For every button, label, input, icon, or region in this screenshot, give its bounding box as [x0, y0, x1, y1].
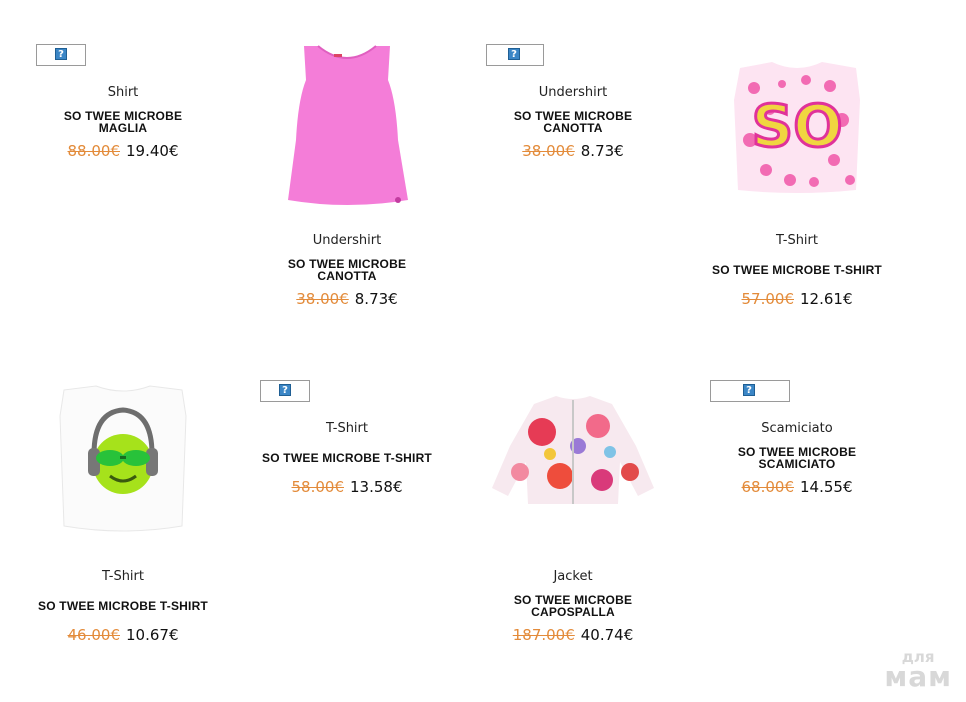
old-price: 187.00€: [512, 626, 575, 644]
product-category: T-Shirt: [102, 569, 144, 584]
broken-image-icon[interactable]: ?: [36, 44, 86, 66]
sale-price: 8.73€: [354, 290, 398, 308]
broken-image-icon[interactable]: ?: [486, 44, 544, 66]
product-name[interactable]: SO TWEE MICROBE T-SHIRT: [240, 452, 454, 464]
broken-image-icon[interactable]: ?: [260, 380, 310, 402]
product-name[interactable]: SO TWEE MICROBE CANOTTA: [240, 258, 454, 282]
product-price: 38.00€ 8.73€: [240, 290, 454, 308]
product-price: 57.00€ 12.61€: [690, 290, 904, 308]
sale-price: 8.73€: [580, 142, 624, 160]
old-price: 57.00€: [741, 290, 795, 308]
product-category: Undershirt: [538, 85, 608, 100]
product-name[interactable]: SO TWEE MICROBE CANOTTA: [466, 110, 680, 134]
product-category: Shirt: [107, 85, 139, 100]
sale-price: 19.40€: [126, 142, 179, 160]
product-category: Undershirt: [312, 233, 382, 248]
svg-text:SO: SO: [751, 92, 842, 160]
product-price: 38.00€ 8.73€: [466, 142, 680, 160]
product-category: T-Shirt: [326, 421, 368, 436]
product-name[interactable]: SO TWEE MICROBE T-SHIRT: [690, 264, 904, 276]
product-category: Jacket: [553, 569, 593, 584]
smiley-headphones-tshirt-image[interactable]: [36, 376, 210, 550]
floral-jacket-image[interactable]: [486, 376, 660, 550]
sale-price: 13.58€: [350, 478, 403, 496]
broken-image-icon[interactable]: ?: [710, 380, 790, 402]
product-name[interactable]: SO TWEE MICROBE T-SHIRT: [16, 600, 230, 612]
product-category: T-Shirt: [776, 233, 818, 248]
product-name[interactable]: SO TWEE MICROBE SCAMICIATO: [690, 446, 904, 470]
leopard-tshirt-image[interactable]: SO: [710, 40, 884, 214]
sale-price: 12.61€: [800, 290, 853, 308]
old-price: 38.00€: [522, 142, 575, 160]
product-price: 88.00€ 19.40€: [16, 142, 230, 160]
product-price: 58.00€ 13.58€: [240, 478, 454, 496]
sale-price: 10.67€: [126, 626, 179, 644]
product-category: Scamiciato: [761, 421, 833, 436]
old-price: 58.00€: [291, 478, 345, 496]
old-price: 88.00€: [67, 142, 121, 160]
product-name[interactable]: SO TWEE MICROBE MAGLIA: [16, 110, 230, 134]
old-price: 68.00€: [741, 478, 795, 496]
product-price: 46.00€ 10.67€: [16, 626, 230, 644]
old-price: 38.00€: [296, 290, 349, 308]
product-price: 68.00€ 14.55€: [690, 478, 904, 496]
sale-price: 40.74€: [580, 626, 634, 644]
pink-tank-dress-image[interactable]: [260, 40, 434, 214]
watermark-logo: для мам: [884, 648, 952, 693]
sale-price: 14.55€: [800, 478, 853, 496]
old-price: 46.00€: [67, 626, 121, 644]
product-price: 187.00€ 40.74€: [466, 626, 680, 644]
product-name[interactable]: SO TWEE MICROBE CAPOSPALLA: [466, 594, 680, 618]
